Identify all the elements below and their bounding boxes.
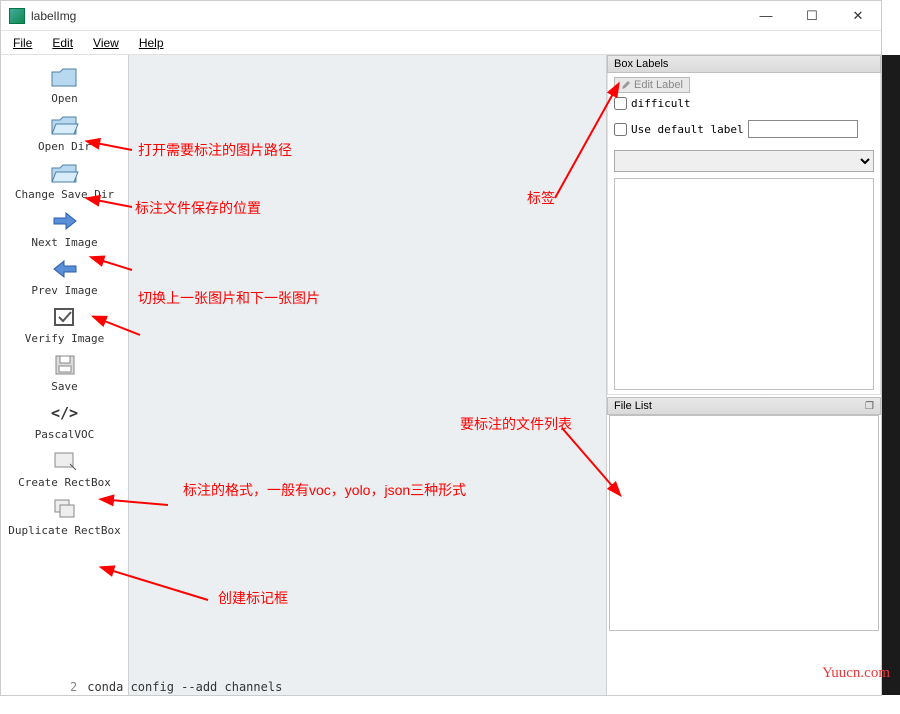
prev-image-button[interactable]: Prev Image [5,253,125,299]
menu-view[interactable]: View [85,34,127,52]
verify-image-button[interactable]: Verify Image [5,301,125,347]
app-icon [9,8,25,24]
minimize-button[interactable]: — [743,1,789,31]
window-title: labelImg [31,9,76,23]
save-icon [48,352,82,378]
folder-open-icon [48,112,82,138]
menu-edit[interactable]: Edit [44,34,81,52]
labels-listbox[interactable] [614,178,874,390]
folder-open-icon [48,160,82,186]
label-combo[interactable] [614,150,874,172]
default-label-input[interactable] [748,120,858,138]
left-toolbar: Open Open Dir Change Save Dir Next Image [1,55,129,695]
rect-icon [48,448,82,474]
arrow-left-icon [48,256,82,282]
duplicate-rectbox-button[interactable]: Duplicate RectBox [5,493,125,539]
folder-icon [48,64,82,90]
maximize-button[interactable]: ☐ [789,1,835,31]
open-dir-button[interactable]: Open Dir [5,109,125,155]
menu-file[interactable]: File [5,34,40,52]
box-labels-header: Box Labels [607,55,881,73]
background-strip [882,55,900,695]
menu-bar: File Edit View Help [1,31,881,55]
pin-icon[interactable]: ❐ [865,401,874,412]
arrow-right-icon [48,208,82,234]
format-button[interactable]: </> PascalVOC [5,397,125,443]
image-canvas[interactable] [129,55,607,695]
close-button[interactable]: ✕ [835,1,881,31]
watermark: Yuucn.com [822,665,890,682]
open-button[interactable]: Open [5,61,125,107]
difficult-label: difficult [631,97,691,110]
create-rectbox-button[interactable]: Create RectBox [5,445,125,491]
check-box-icon [48,304,82,330]
title-bar: labelImg — ☐ ✕ [1,1,881,31]
pencil-icon [621,80,631,90]
save-button[interactable]: Save [5,349,125,395]
difficult-checkbox[interactable] [614,97,627,110]
next-image-button[interactable]: Next Image [5,205,125,251]
edit-label-button[interactable]: Edit Label [614,77,690,93]
menu-help[interactable]: Help [131,34,172,52]
file-list-header: File List ❐ [607,397,881,415]
use-default-label-checkbox[interactable] [614,123,627,136]
terminal-fragment: 2 conda config --add channels [70,678,282,696]
duplicate-icon [48,496,82,522]
change-save-dir-button[interactable]: Change Save Dir [5,157,125,203]
use-default-label-text: Use default label [631,123,744,136]
right-panel: Box Labels Edit Label difficult Use defa… [607,55,881,695]
code-icon: </> [48,400,82,426]
file-list-box[interactable] [609,415,879,631]
